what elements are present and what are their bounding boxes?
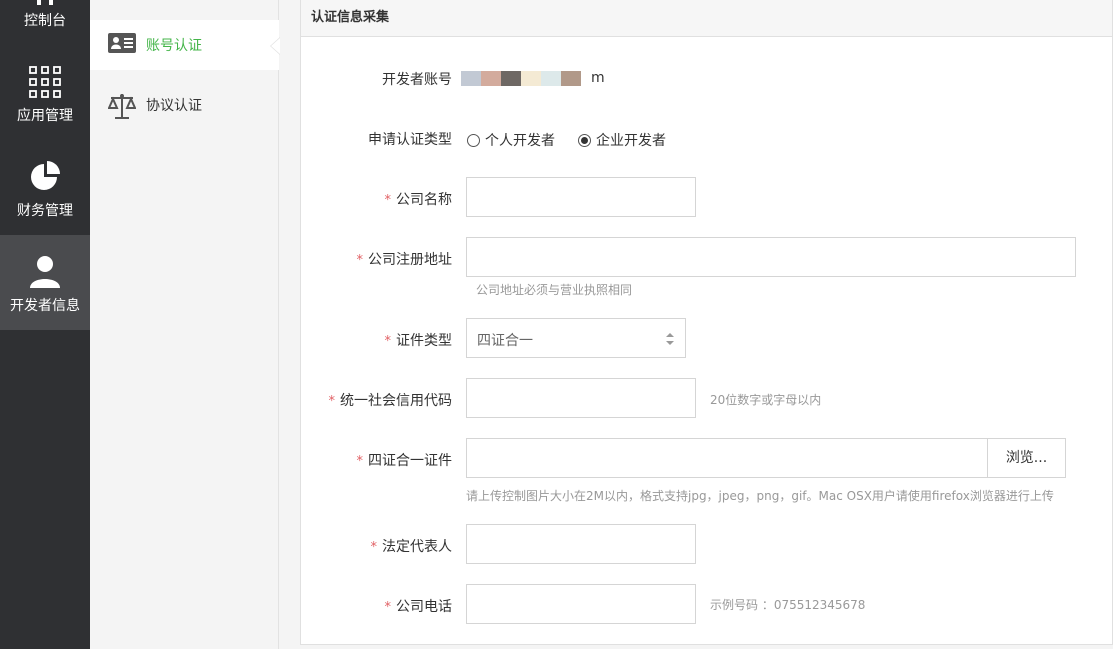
required-mark: * [356, 454, 364, 469]
panel-title: 认证信息采集 [301, 0, 1112, 37]
redaction-block [461, 70, 481, 86]
company-phone-input[interactable] [466, 584, 696, 624]
scale-icon [108, 94, 136, 119]
redaction-block [541, 70, 561, 86]
required-mark: * [328, 394, 336, 409]
required-mark: * [370, 540, 378, 555]
app-grid-icon [29, 66, 61, 98]
nav-label: 开发者信息 [10, 298, 80, 314]
radio-personal[interactable]: 个人开发者 [467, 130, 555, 150]
subnav-item-agreement-verify[interactable]: 协议认证 [90, 80, 279, 130]
radio-enterprise[interactable]: 企业开发者 [578, 130, 666, 150]
radio-label: 个人开发者 [485, 133, 555, 149]
required-mark: * [356, 253, 364, 268]
label-text: 公司电话 [396, 599, 452, 615]
nav-item-finance[interactable]: 财务管理 [0, 145, 90, 240]
company-address-hint: 公司地址必须与营业执照相同 [476, 283, 633, 297]
cert-file-input[interactable]: 浏览... [466, 438, 1066, 478]
nav-label: 控制台 [24, 13, 66, 29]
active-pointer [270, 37, 280, 55]
company-address-label: * 公司注册地址 [292, 249, 453, 269]
redaction-block [521, 70, 541, 86]
cert-type-selected: 四证合一 [477, 333, 533, 349]
label-text: 统一社会信用代码 [340, 393, 452, 409]
company-name-input[interactable] [466, 177, 696, 217]
user-icon [30, 256, 60, 288]
credit-code-hint: 20位数字或字母以内 [710, 393, 822, 407]
type-label: 申请认证类型 [368, 132, 452, 148]
browse-button[interactable]: 浏览... [987, 439, 1065, 477]
company-address-input[interactable] [466, 237, 1076, 277]
main-panel: 认证信息采集 开发者账号 m 申请认证类型 个人开发者 企业开发者 * 公司名称 … [300, 0, 1113, 645]
cert-type-label: * 证件类型 [292, 330, 453, 350]
redaction-block [501, 70, 521, 86]
cert-type-row: * 证件类型 四证合一 [301, 318, 1113, 358]
label-text: 公司注册地址 [368, 252, 452, 268]
subnav-item-account-verify[interactable]: 账号认证 [90, 20, 280, 70]
legal-rep-row: * 法定代表人 [301, 524, 1113, 564]
type-row: 申请认证类型 个人开发者 企业开发者 [301, 128, 1113, 150]
company-phone-label: * 公司电话 [292, 596, 453, 616]
sub-nav: 账号认证 协议认证 [90, 0, 280, 649]
account-suffix: m [591, 70, 605, 86]
nav-label: 应用管理 [17, 108, 73, 124]
account-label: 开发者账号 [382, 72, 452, 88]
redaction-block [481, 70, 501, 86]
nav-item-developer-info[interactable]: 开发者信息 [0, 235, 90, 330]
required-mark: * [384, 600, 392, 615]
label-text: 证件类型 [396, 333, 452, 349]
legal-rep-label: * 法定代表人 [292, 536, 453, 556]
company-address-row: * 公司注册地址 公司地址必须与营业执照相同 [301, 237, 1113, 299]
company-name-label: * 公司名称 [292, 189, 453, 209]
cert-file-label: * 四证合一证件 [292, 450, 453, 470]
company-name-row: * 公司名称 [301, 177, 1113, 217]
credit-code-row: * 统一社会信用代码 20位数字或字母以内 [301, 378, 1113, 418]
subnav-label: 账号认证 [146, 38, 202, 54]
company-phone-hint: 示例号码 ：075512345678 [710, 598, 866, 612]
company-phone-row: * 公司电话 示例号码 ：075512345678 [301, 584, 1113, 624]
label-text: 四证合一证件 [368, 453, 452, 469]
required-mark: * [384, 334, 392, 349]
cert-type-select[interactable]: 四证合一 [466, 318, 686, 358]
subnav-label: 协议认证 [146, 98, 202, 114]
credit-code-label: * 统一社会信用代码 [292, 390, 453, 410]
account-value: m [461, 70, 605, 86]
redaction-block [561, 70, 581, 86]
radio-circle-selected[interactable] [578, 134, 591, 147]
pie-chart-icon [31, 161, 60, 190]
cert-file-row: * 四证合一证件 浏览... 请上传控制图片大小在2M以内，格式支持jpg，jpe… [301, 438, 1113, 504]
label-text: 法定代表人 [382, 539, 452, 555]
radio-label: 企业开发者 [596, 133, 666, 149]
required-mark: * [384, 193, 392, 208]
account-row: 开发者账号 m [301, 68, 1113, 88]
nav-label: 财务管理 [17, 203, 73, 219]
legal-rep-input[interactable] [466, 524, 696, 564]
main-nav: 控制台 应用管理 财务管理 开发者信息 [0, 0, 90, 649]
nav-item-apps[interactable]: 应用管理 [0, 50, 90, 145]
cert-file-hint: 请上传控制图片大小在2M以内，格式支持jpg，jpeg，png，gif。Mac … [466, 489, 1054, 503]
id-card-icon [108, 33, 136, 53]
select-arrows-icon [666, 333, 674, 345]
label-text: 公司名称 [396, 192, 452, 208]
radio-circle[interactable] [467, 134, 480, 147]
credit-code-input[interactable] [466, 378, 696, 418]
